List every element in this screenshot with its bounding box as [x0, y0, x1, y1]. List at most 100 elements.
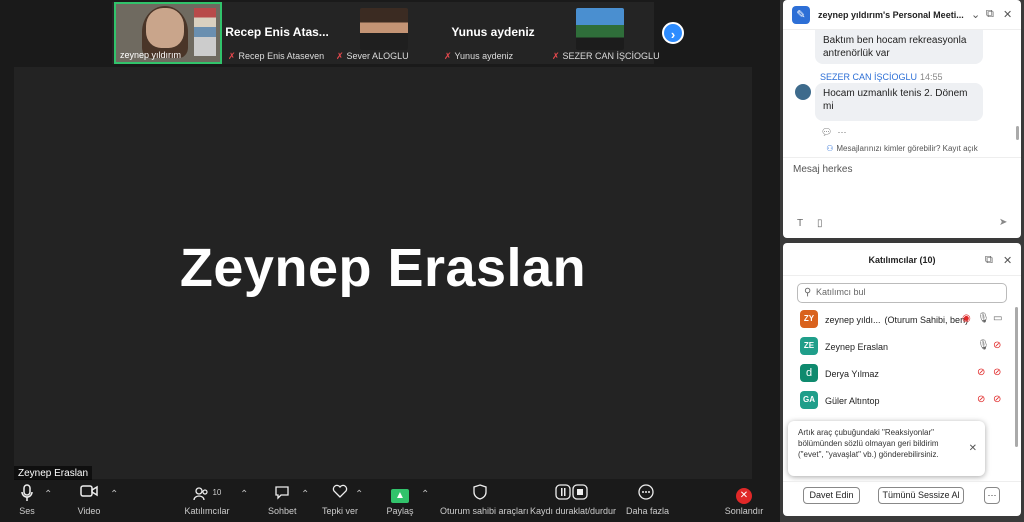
mic-off-icon: ✗ — [552, 51, 560, 61]
reactions-tooltip: Artık araç çubuğundaki "Reaksiyonlar" bö… — [788, 421, 985, 476]
close-icon: ✕ — [736, 488, 752, 504]
share-options-caret[interactable]: ⌃ — [421, 489, 429, 500]
text-format-icon[interactable]: T — [797, 218, 803, 229]
microphone-icon[interactable]: 🎙︎ — [977, 313, 990, 324]
chevron-down-icon[interactable]: ⌄ — [971, 8, 980, 21]
meeting-area: zeynep yıldırım Recep Enis Atas... ✗ Rece… — [0, 0, 780, 522]
thumbnail-sever[interactable]: ✗ Sever ALOGLU — [332, 2, 438, 64]
participants-count: 10 — [212, 488, 222, 497]
more-options-button[interactable]: ··· — [984, 487, 1000, 504]
reactions-button[interactable]: Tepki ver — [322, 484, 358, 516]
thumbnail-recep[interactable]: Recep Enis Atas... ✗ Recep Enis Ataseven — [224, 2, 330, 64]
mic-off-icon[interactable]: ⊘ — [977, 367, 985, 378]
participants-button[interactable]: 10 Katılımcılar — [184, 484, 230, 516]
thumbnail-self[interactable]: zeynep yıldırım — [114, 2, 222, 64]
thumbnail-name: Recep Enis Atas... — [225, 25, 329, 39]
participant-row[interactable]: ZY zeynep yıldı... (Oturum Sahibi, ben) ◉… — [783, 307, 1013, 333]
mute-all-button[interactable]: Tümünü Sessize Al — [878, 487, 964, 504]
chat-options-caret[interactable]: ⌃ — [301, 489, 309, 500]
participant-photo — [360, 8, 408, 50]
audio-options-caret[interactable]: ⌃ — [44, 489, 52, 500]
send-button[interactable]: ➤ — [999, 217, 1007, 228]
mic-off-icon[interactable]: ⊘ — [977, 394, 985, 405]
thumbnail-strip: zeynep yıldırım Recep Enis Atas... ✗ Rece… — [112, 2, 660, 64]
chat-icon — [268, 484, 296, 502]
chat-app-icon: ✎ — [792, 6, 810, 24]
participant-search[interactable]: ⚲ — [797, 283, 1007, 303]
chat-format-tools: T ▯ — [797, 218, 823, 229]
meeting-toolbar: Ses ⌃ Video ⌃ 10 Katılımcılar ⌃ Sohbet ⌃ — [0, 480, 780, 522]
shield-icon — [440, 484, 520, 502]
camera-off-icon[interactable]: ⊘ — [993, 340, 1001, 351]
participant-row[interactable]: d Derya Yılmaz ⊘ ⊘ — [783, 361, 1013, 387]
pause-stop-icon — [530, 484, 614, 502]
microphone-icon[interactable]: 🎙︎ — [977, 340, 990, 351]
share-button[interactable]: ▲ Paylaş — [386, 484, 414, 516]
mic-off-icon: ✗ — [444, 51, 452, 61]
message-actions[interactable]: 💬︎ ··· — [821, 127, 846, 138]
recording-icon: ◉ — [962, 313, 971, 324]
participant-role: (Oturum Sahibi, ben) — [884, 315, 969, 325]
participants-icon: 10 — [184, 484, 230, 502]
participant-name: Zeynep Eraslan — [825, 342, 889, 352]
thumbnail-label: ✗ Recep Enis Ataseven — [228, 51, 325, 61]
speaker-label: Zeynep Eraslan — [14, 466, 93, 481]
camera-off-icon[interactable]: ⊘ — [993, 367, 1001, 378]
speaker-name-display: Zeynep Eraslan — [179, 238, 587, 298]
camera-icon — [76, 484, 102, 502]
thumbnail-label: zeynep yıldırım — [120, 50, 182, 60]
heart-icon — [322, 484, 358, 502]
divider — [783, 157, 1021, 158]
send-icon: ➤ — [999, 217, 1008, 228]
more-button[interactable]: Daha fazla — [626, 484, 669, 516]
divider — [783, 481, 1021, 482]
video-button[interactable]: Video — [76, 484, 102, 516]
video-options-caret[interactable]: ⌃ — [110, 489, 118, 500]
file-icon[interactable]: ▯ — [817, 218, 823, 229]
chat-button[interactable]: Sohbet — [268, 484, 297, 516]
chat-scrollbar[interactable] — [1016, 126, 1019, 140]
avatar — [795, 84, 811, 100]
participants-scrollbar[interactable] — [1015, 307, 1018, 447]
more-dots-icon[interactable]: ··· — [837, 127, 846, 137]
divider — [783, 275, 1021, 276]
participant-search-input[interactable] — [816, 287, 996, 297]
close-icon[interactable]: ✕ — [1003, 8, 1012, 21]
participant-name: Derya Yılmaz — [825, 369, 879, 379]
end-meeting-button[interactable]: ✕ Sonlandır — [724, 484, 764, 516]
invite-button[interactable]: Davet Edin — [803, 487, 860, 504]
camera-icon[interactable]: ▭ — [993, 313, 1002, 324]
participant-name: Güler Altıntop — [825, 396, 880, 406]
search-icon: ⚲ — [804, 287, 812, 298]
participant-row[interactable]: GA Güler Altıntop ⊘ ⊘ — [783, 388, 1013, 414]
background-shelf — [194, 8, 216, 56]
chat-visibility-info[interactable]: ⚇ Mesajlarınızı kimler görebilir? Kayıt a… — [783, 144, 1021, 153]
camera-off-icon[interactable]: ⊘ — [993, 394, 1001, 405]
reply-icon[interactable]: 💬︎ — [821, 127, 832, 137]
participant-photo — [576, 8, 624, 50]
audio-button[interactable]: Ses — [14, 484, 40, 516]
record-button[interactable]: Kaydı duraklat/durdur — [530, 484, 616, 516]
chat-message: Hocam uzmanlık tenis 2. Dönem mi — [815, 83, 983, 121]
next-page-button[interactable]: › — [662, 22, 684, 44]
chat-header: ✎ zeynep yıldırım's Personal Meeti... ⌄ … — [783, 0, 1021, 30]
pop-out-icon[interactable]: ⧉ — [986, 8, 994, 21]
share-arrow-icon: ▲ — [391, 489, 409, 503]
thumbnail-yunus[interactable]: Yunus aydeniz ✗ Yunus aydeniz — [440, 2, 546, 64]
participant-face — [146, 8, 184, 48]
thumbnail-label: ✗ Sever ALOGLU — [336, 51, 409, 61]
close-icon[interactable]: ✕ — [969, 443, 977, 454]
chat-message: Baktım ben hocam rekreasyonla antrenörlü… — [815, 30, 983, 64]
close-icon[interactable]: ✕ — [1003, 254, 1012, 267]
participants-options-caret[interactable]: ⌃ — [240, 489, 248, 500]
thumbnail-sezer[interactable]: ✗ SEZER CAN İŞCİOGLU — [548, 2, 660, 64]
host-tools-button[interactable]: Oturum sahibi araçları — [440, 484, 529, 516]
participant-row[interactable]: ZE Zeynep Eraslan 🎙︎ ⊘ — [783, 334, 1013, 360]
avatar: ZY — [800, 310, 818, 328]
pop-out-icon[interactable]: ⧉ — [985, 254, 993, 267]
chat-message-input[interactable] — [793, 164, 993, 175]
reactions-options-caret[interactable]: ⌃ — [355, 489, 363, 500]
chat-panel: ✎ zeynep yıldırım's Personal Meeti... ⌄ … — [783, 0, 1021, 238]
microphone-icon — [14, 484, 40, 502]
participants-panel: Katılımcılar (10) ⧉ ✕ ⚲ ZY zeynep yıldı.… — [783, 243, 1021, 516]
